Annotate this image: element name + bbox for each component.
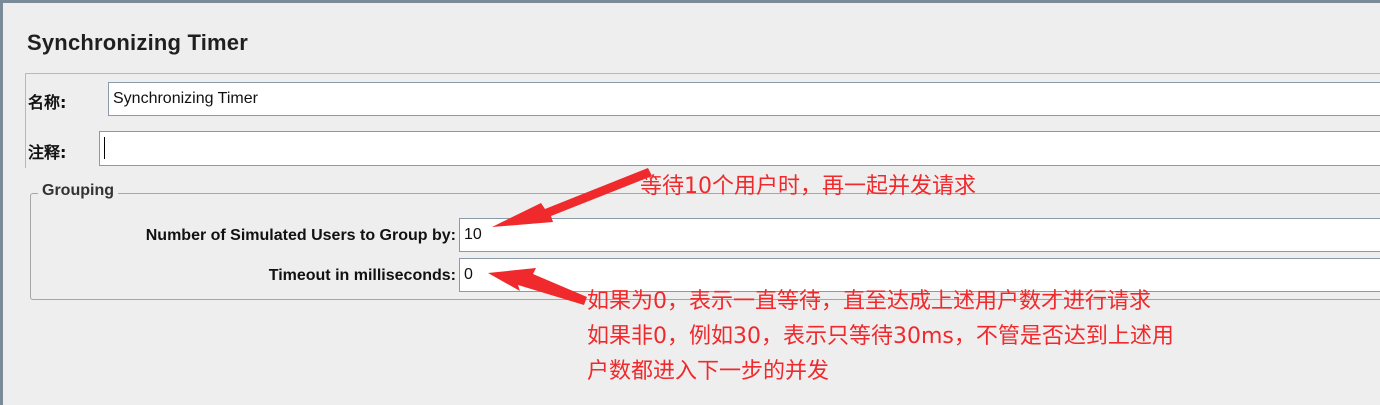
timeout-annotation-line-2: 如果非0，例如30，表示只等待30ms，不管是否达到上述用 (587, 324, 1174, 349)
arrow-to-users-field (492, 168, 652, 227)
users-annotation: 等待10个用户时，再一起并发请求 (640, 174, 976, 199)
timeout-annotation-line-1: 如果为0，表示一直等待，直至达成上述用户数才进行请求 (587, 289, 1151, 314)
timeout-annotation-line-3: 户数都进入下一步的并发 (587, 359, 830, 384)
arrow-to-timeout-field (488, 268, 587, 305)
